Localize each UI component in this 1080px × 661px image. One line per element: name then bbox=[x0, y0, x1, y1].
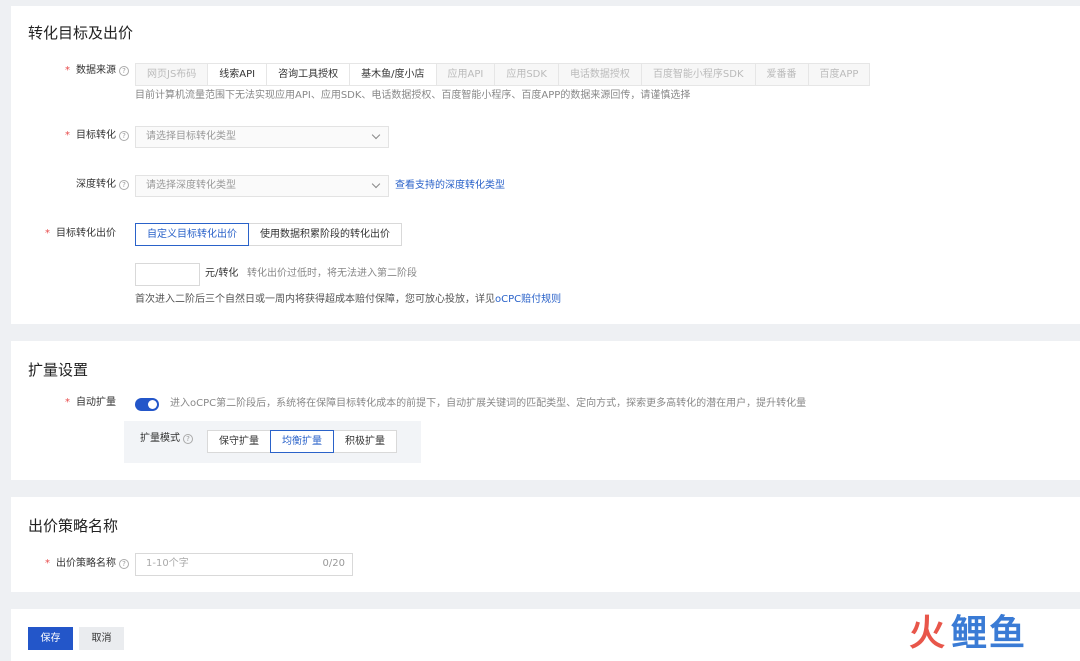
strategy-title: 出价策略名称 bbox=[28, 517, 119, 535]
data-source-tab[interactable]: 百度APP bbox=[808, 64, 870, 85]
save-button[interactable]: 保存 bbox=[28, 627, 73, 650]
depth-select-placeholder: 请选择深度转化类型 bbox=[146, 180, 236, 191]
bid-option-accumulated[interactable]: 使用数据积累阶段的转化出价 bbox=[248, 223, 402, 246]
strategy-name-label-text: 出价策略名称 bbox=[56, 558, 116, 569]
data-source-tab[interactable]: 百度智能小程序SDK bbox=[641, 64, 756, 85]
chevron-down-icon bbox=[371, 179, 381, 189]
strategy-name-label: * 出价策略名称 ? bbox=[31, 554, 129, 574]
expand-title: 扩量设置 bbox=[28, 361, 89, 379]
help-icon[interactable]: ? bbox=[183, 434, 193, 444]
depth-select[interactable]: 请选择深度转化类型 bbox=[135, 175, 389, 197]
expand-mode-label: 扩量模式 ? bbox=[140, 429, 193, 449]
watermark-logo: 火鲤鱼 bbox=[909, 613, 1028, 654]
help-icon[interactable]: ? bbox=[119, 131, 129, 141]
target-select-placeholder: 请选择目标转化类型 bbox=[146, 131, 236, 142]
required-mark: * bbox=[45, 228, 50, 239]
conversion-title: 转化目标及出价 bbox=[28, 24, 134, 42]
required-mark: * bbox=[45, 558, 50, 569]
depth-label: 深度转化 ? bbox=[51, 175, 129, 195]
expand-mode-label-text: 扩量模式 bbox=[140, 433, 180, 444]
data-source-tab[interactable]: 电话数据授权 bbox=[558, 64, 642, 85]
help-icon[interactable]: ? bbox=[119, 180, 129, 190]
target-select[interactable]: 请选择目标转化类型 bbox=[135, 126, 389, 148]
conversion-card: 转化目标及出价 * 数据来源 ? 网页JS布码 线索API 咨询工具授权 基木鱼/度小… bbox=[11, 6, 1080, 324]
data-source-label: * 数据来源 ? bbox=[51, 61, 129, 81]
data-source-tab[interactable]: 爱番番 bbox=[755, 64, 809, 85]
auto-expand-label: * 自动扩量 bbox=[51, 393, 116, 413]
data-source-tab[interactable]: 基木鱼/度小店 bbox=[350, 64, 437, 85]
toggle-knob bbox=[148, 400, 157, 409]
expand-mode-balanced[interactable]: 均衡扩量 bbox=[270, 430, 334, 453]
expand-mode-segment: 保守扩量 均衡扩量 积极扩量 bbox=[207, 430, 397, 453]
strategy-card: 出价策略名称 * 出价策略名称 ? 1-10个字 0/20 bbox=[11, 497, 1080, 592]
strategy-name-input[interactable]: 1-10个字 0/20 bbox=[135, 553, 353, 576]
data-source-tab[interactable]: 应用SDK bbox=[495, 64, 559, 85]
auto-expand-label-text: 自动扩量 bbox=[76, 397, 116, 408]
depth-label-text: 深度转化 bbox=[76, 179, 116, 190]
data-source-tab[interactable]: 咨询工具授权 bbox=[267, 64, 351, 85]
required-mark: * bbox=[65, 65, 70, 76]
required-mark: * bbox=[65, 130, 70, 141]
strategy-name-placeholder: 1-10个字 bbox=[146, 558, 189, 569]
chevron-down-icon bbox=[371, 130, 381, 140]
target-label: * 目标转化 ? bbox=[51, 126, 129, 146]
depth-support-link[interactable]: 查看支持的深度转化类型 bbox=[395, 179, 505, 193]
data-source-tab[interactable]: 线索API bbox=[208, 64, 268, 85]
help-icon[interactable]: ? bbox=[119, 559, 129, 569]
bid-option-custom[interactable]: 自定义目标转化出价 bbox=[135, 223, 249, 246]
data-source-tabs: 网页JS布码 线索API 咨询工具授权 基木鱼/度小店 应用API 应用SDK 电话数据授权… bbox=[135, 63, 871, 86]
data-source-tab[interactable]: 应用API bbox=[436, 64, 496, 85]
data-source-label-text: 数据来源 bbox=[76, 65, 116, 76]
bid-unit-hint: 转化出价过低时，将无法进入第二阶段 bbox=[247, 268, 417, 279]
bid-label: * 目标转化出价 bbox=[31, 224, 116, 244]
bid-note: 首次进入二阶后三个自然日或一周内将获得超成本赔付保障，您可放心投放，详见oCPC… bbox=[135, 293, 561, 307]
required-mark: * bbox=[65, 397, 70, 408]
bid-mode-segment: 自定义目标转化出价 使用数据积累阶段的转化出价 bbox=[135, 223, 402, 246]
strategy-name-counter: 0/20 bbox=[322, 558, 345, 569]
cancel-button[interactable]: 取消 bbox=[79, 627, 124, 650]
target-label-text: 目标转化 bbox=[76, 130, 116, 141]
expand-mode-box: 扩量模式 ? 保守扩量 均衡扩量 积极扩量 bbox=[124, 421, 421, 463]
expand-mode-aggressive[interactable]: 积极扩量 bbox=[333, 430, 397, 453]
bid-amount-input[interactable] bbox=[135, 263, 200, 286]
expand-mode-conservative[interactable]: 保守扩量 bbox=[207, 430, 271, 453]
bid-note-text: 首次进入二阶后三个自然日或一周内将获得超成本赔付保障，您可放心投放，详见 bbox=[135, 294, 495, 305]
auto-expand-desc: 进入oCPC第二阶段后，系统将在保障目标转化成本的前提下，自动扩展关键词的匹配类… bbox=[170, 398, 807, 409]
bid-label-text: 目标转化出价 bbox=[56, 228, 116, 239]
bid-unit: 元/转化 bbox=[205, 268, 239, 279]
compensation-rule-link[interactable]: oCPC赔付规则 bbox=[495, 294, 561, 305]
data-source-hint: 目前计算机流量范围下无法实现应用API、应用SDK、电话数据授权、百度智能小程序… bbox=[135, 90, 691, 101]
help-icon[interactable]: ? bbox=[119, 66, 129, 76]
auto-expand-toggle[interactable] bbox=[135, 398, 159, 411]
data-source-tab[interactable]: 网页JS布码 bbox=[136, 64, 209, 85]
